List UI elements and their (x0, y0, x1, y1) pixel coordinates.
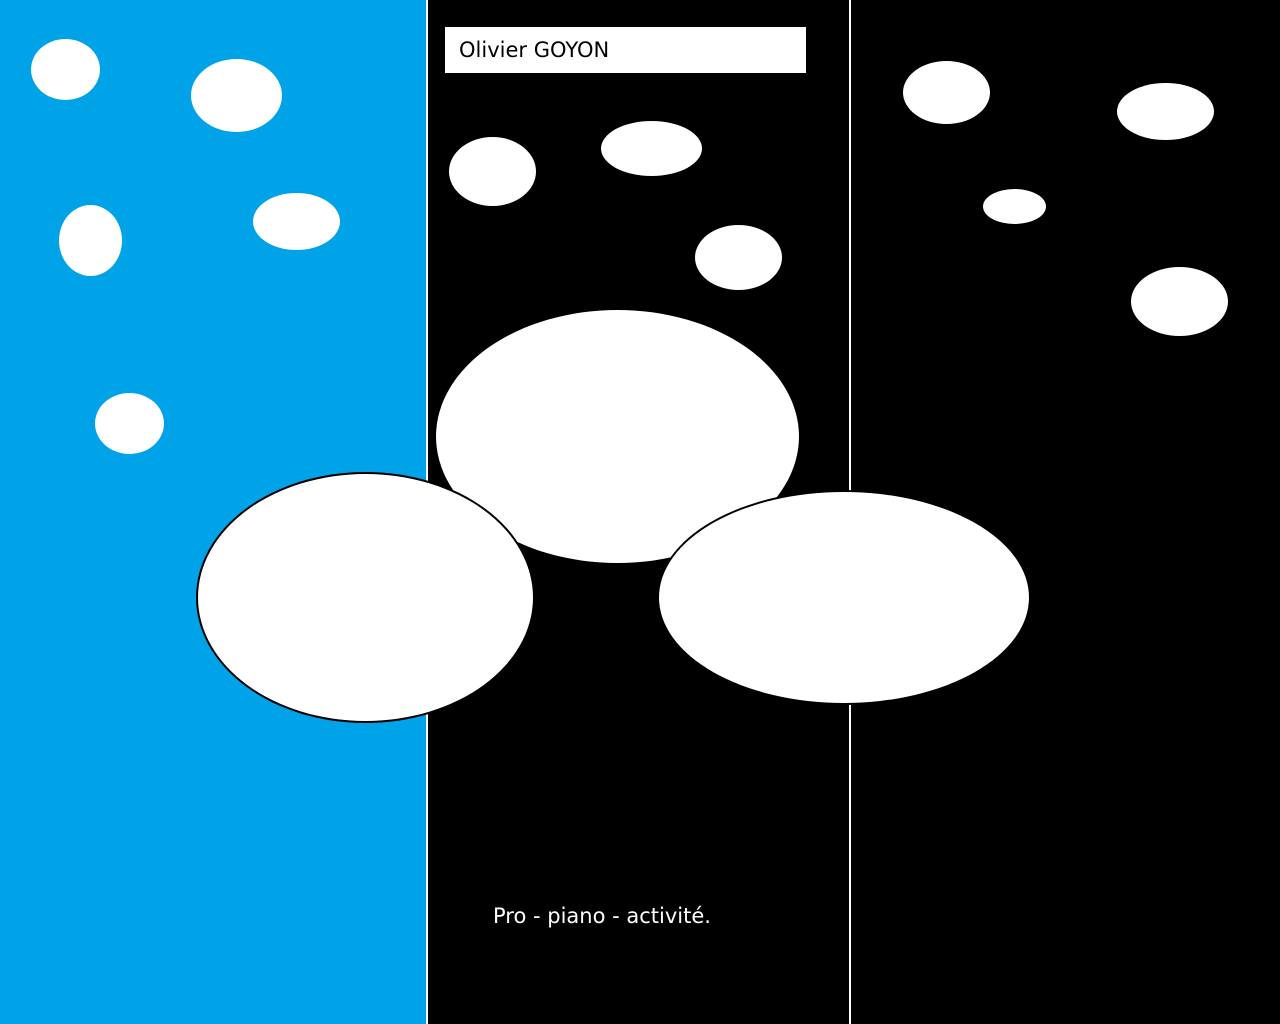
bubble-small (59, 205, 122, 276)
bubble-small (31, 39, 100, 100)
bubble-small (449, 137, 536, 206)
bubble-small (601, 121, 702, 176)
bubble-small (695, 225, 782, 290)
artist-name: Olivier GOYON (459, 38, 610, 62)
caption-text: Pro - piano - activité. (493, 904, 711, 928)
artwork-canvas: Olivier GOYON Pro - piano - activité. (0, 0, 1280, 1024)
bubble-large-right (657, 490, 1031, 705)
bubble-small (983, 189, 1046, 224)
bubble-small (1117, 83, 1214, 140)
bubble-small (191, 59, 282, 132)
name-label-box: Olivier GOYON (445, 27, 806, 73)
bubble-small (903, 61, 990, 124)
bubble-small (253, 193, 340, 250)
bubble-small (1131, 267, 1228, 336)
bubble-large-left (196, 472, 535, 723)
bubble-small (95, 393, 164, 454)
